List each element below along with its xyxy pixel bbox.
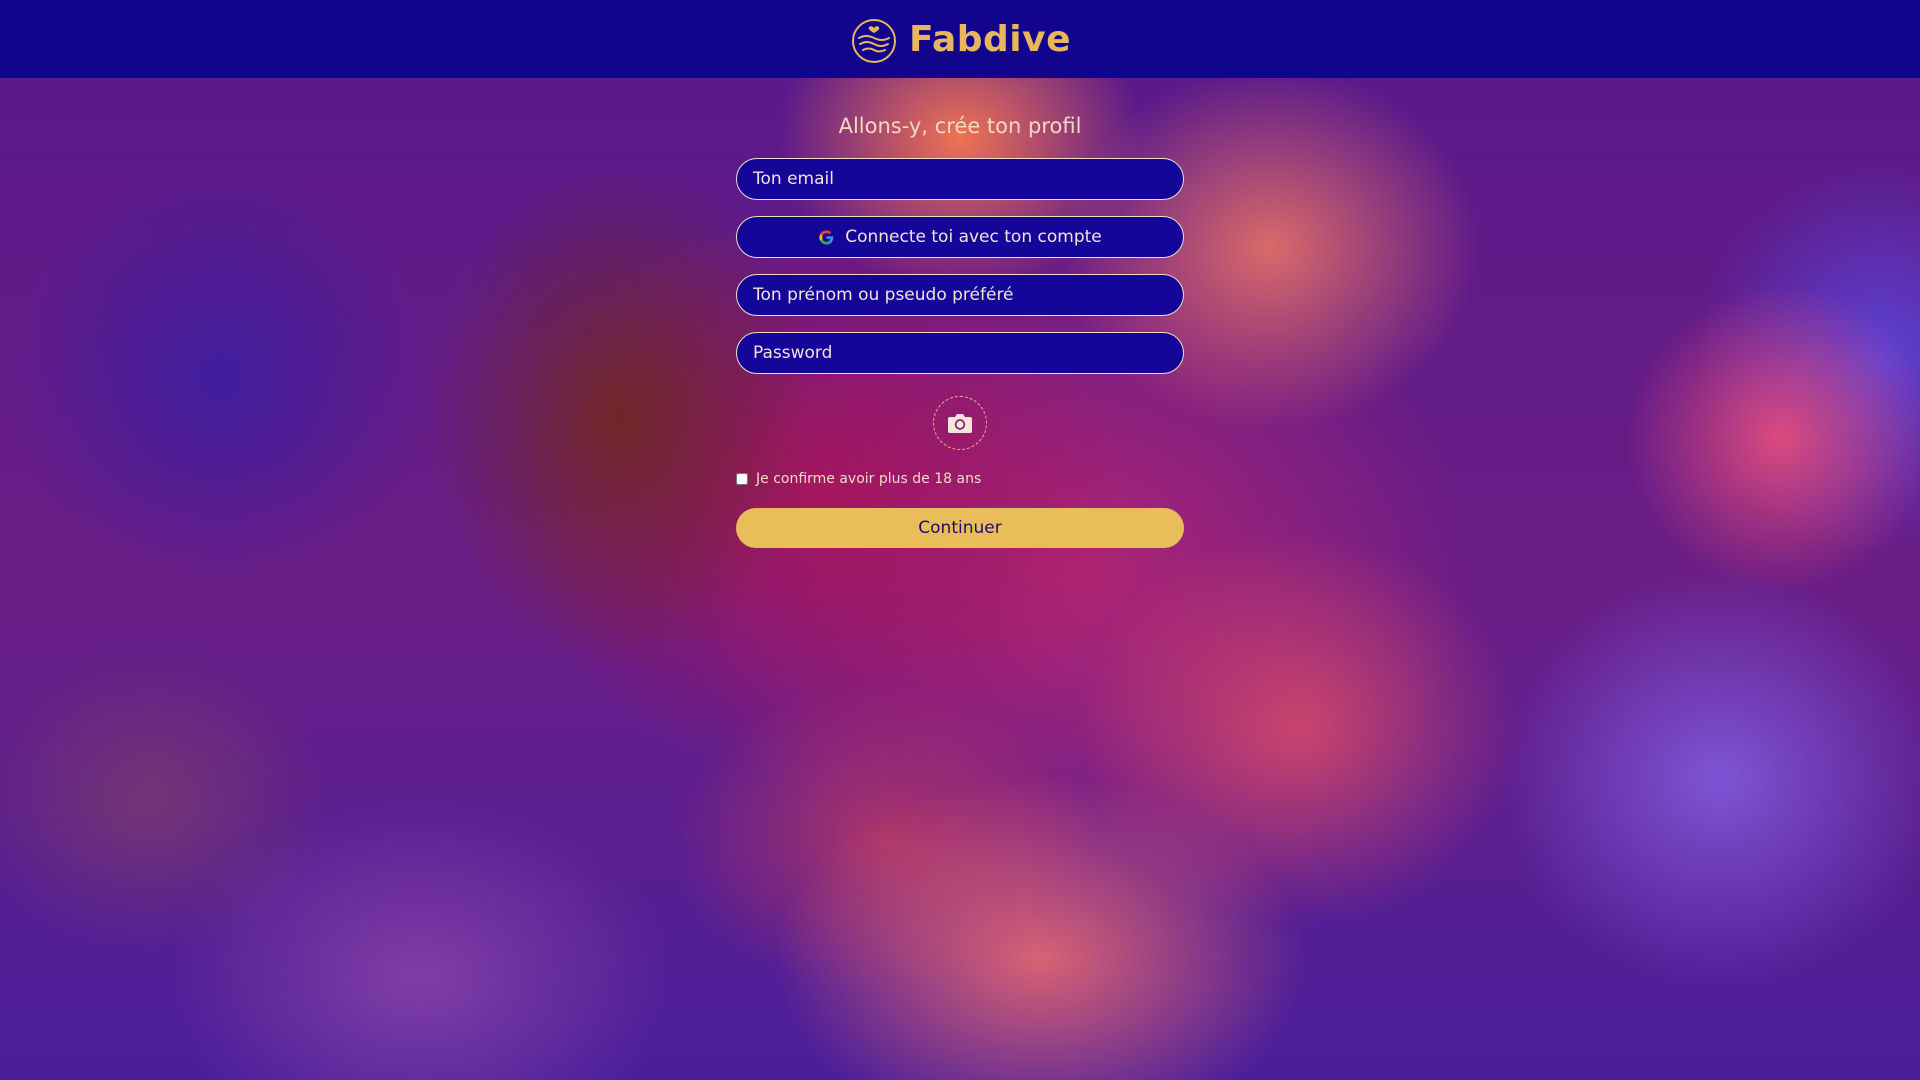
age-confirm-row: Je confirme avoir plus de 18 ans bbox=[736, 469, 1184, 489]
email-field[interactable] bbox=[736, 158, 1184, 200]
photo-upload-row bbox=[736, 396, 1184, 450]
name-field[interactable] bbox=[736, 274, 1184, 316]
photo-upload-button[interactable] bbox=[933, 396, 987, 450]
continue-button[interactable]: Continuer bbox=[736, 508, 1184, 548]
camera-icon bbox=[948, 414, 972, 433]
page-title: Allons-y, crée ton profil bbox=[838, 114, 1082, 138]
age-confirm-checkbox[interactable] bbox=[736, 473, 748, 485]
google-login-button[interactable]: Connecte toi avec ton compte bbox=[736, 216, 1184, 258]
brand-name: Fabdive bbox=[908, 18, 1072, 60]
password-field[interactable] bbox=[736, 332, 1184, 374]
signup-form: Allons-y, crée ton profil Connecte toi a… bbox=[736, 78, 1184, 548]
google-icon bbox=[819, 229, 834, 245]
google-login-label: Connecte toi avec ton compte bbox=[845, 227, 1102, 247]
logo[interactable]: Fabdive bbox=[849, 14, 1071, 64]
top-bar: Fabdive bbox=[0, 0, 1920, 78]
wave-heart-logo-icon bbox=[851, 19, 896, 63]
age-confirm-label: Je confirme avoir plus de 18 ans bbox=[756, 471, 982, 487]
